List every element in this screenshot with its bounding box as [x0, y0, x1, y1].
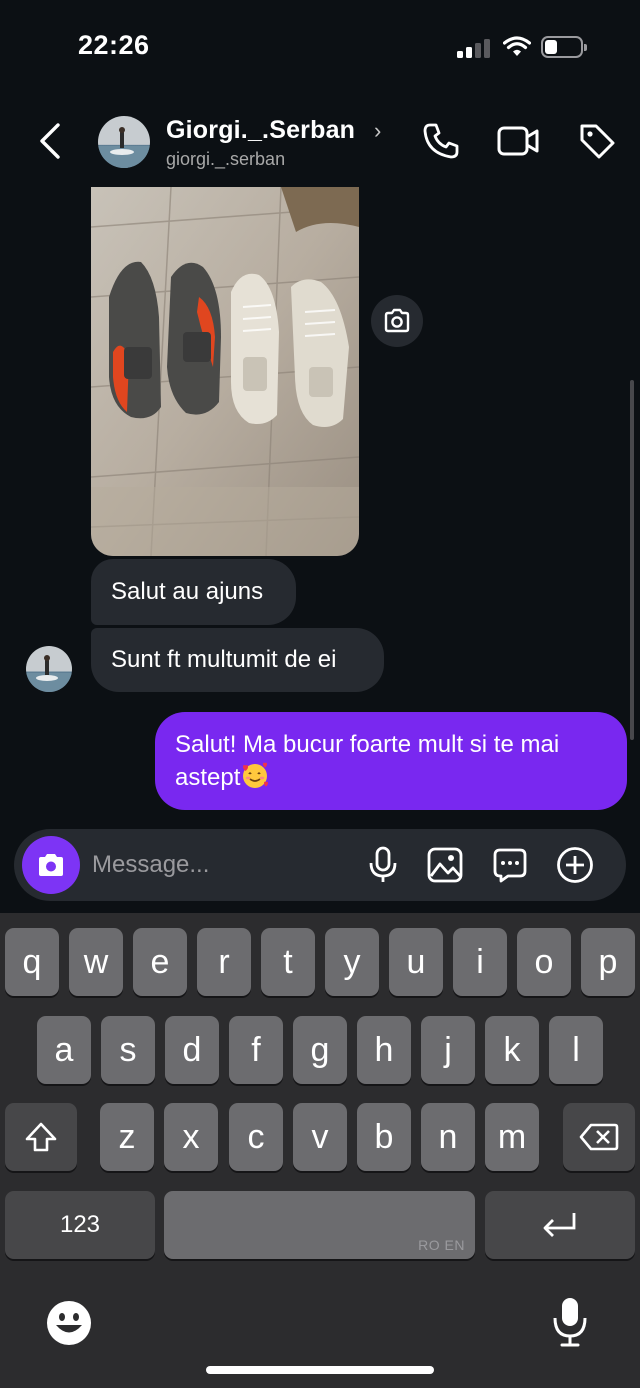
emoji-icon — [47, 1301, 91, 1345]
key[interactable]: m — [485, 1103, 539, 1171]
key[interactable]: q — [5, 928, 59, 996]
key[interactable]: z — [100, 1103, 154, 1171]
key[interactable]: g — [293, 1016, 347, 1084]
key[interactable]: d — [165, 1016, 219, 1084]
return-key[interactable] — [485, 1191, 635, 1259]
avatar-photo — [98, 127, 150, 168]
voice-call-button[interactable] — [418, 118, 464, 164]
microphone-icon — [553, 1298, 587, 1347]
key[interactable]: e — [133, 928, 187, 996]
shift-key[interactable] — [5, 1103, 77, 1171]
tag-button[interactable] — [574, 118, 620, 164]
key[interactable]: k — [485, 1016, 539, 1084]
key[interactable]: w — [69, 928, 123, 996]
cellular-signal-icon — [457, 38, 493, 58]
message-text: Salut au ajuns — [111, 578, 264, 605]
key[interactable]: h — [357, 1016, 411, 1084]
key[interactable]: b — [357, 1103, 411, 1171]
key[interactable]: a — [37, 1016, 91, 1084]
key[interactable]: o — [517, 928, 571, 996]
key[interactable]: u — [389, 928, 443, 996]
back-arrow-icon — [40, 123, 60, 159]
keyboard-languages: RO EN — [418, 1237, 465, 1253]
key[interactable]: f — [229, 1016, 283, 1084]
sticker-button[interactable] — [490, 845, 530, 885]
message-input[interactable]: Message... — [92, 851, 209, 879]
sender-avatar[interactable] — [26, 646, 72, 692]
contact-display-name[interactable]: Giorgi._.Serban — [166, 116, 355, 145]
battery-icon — [541, 36, 587, 58]
home-indicator[interactable] — [206, 1366, 434, 1374]
backspace-icon — [579, 1123, 619, 1151]
keyboard: q w e r t y u i o p a s d f g h j k l z … — [0, 913, 640, 1388]
view-photo-button[interactable] — [371, 295, 423, 347]
return-icon — [543, 1213, 576, 1237]
avatar-photo — [26, 655, 72, 692]
clock: 22:26 — [78, 30, 150, 60]
video-camera-icon — [497, 126, 539, 156]
message-text: Salut! Ma bucur foarte mult si te mai as… — [175, 731, 560, 791]
key[interactable]: s — [101, 1016, 155, 1084]
camera-icon — [39, 854, 63, 876]
key[interactable]: p — [581, 928, 635, 996]
smiling-face-with-hearts-icon — [243, 762, 269, 788]
key[interactable]: r — [197, 928, 251, 996]
gallery-button[interactable] — [425, 845, 465, 885]
message-composer: Message... — [14, 829, 626, 901]
key[interactable]: t — [261, 928, 315, 996]
key[interactable]: x — [164, 1103, 218, 1171]
microphone-icon — [369, 846, 397, 882]
key[interactable]: i — [453, 928, 507, 996]
dictation-button[interactable] — [550, 1296, 590, 1348]
camera-button[interactable] — [22, 836, 80, 894]
wifi-icon — [503, 36, 531, 56]
space-key[interactable]: RO EN — [164, 1191, 475, 1259]
chat-header: Giorgi._.Serban › giorgi._.serban — [0, 96, 640, 186]
video-call-button[interactable] — [494, 118, 544, 164]
key[interactable]: l — [549, 1016, 603, 1084]
tag-icon — [580, 124, 615, 159]
status-bar: 22:26 — [0, 0, 640, 96]
incoming-message[interactable]: Salut au ajuns — [91, 559, 296, 625]
chevron-right-icon[interactable]: › — [374, 118, 381, 144]
sticker-icon — [493, 848, 527, 883]
phone-icon — [423, 123, 459, 159]
emoji-keyboard-button[interactable] — [46, 1300, 92, 1346]
message-text: Sunt ft multumit de ei — [111, 646, 337, 673]
contact-avatar[interactable] — [98, 116, 150, 168]
key[interactable]: v — [293, 1103, 347, 1171]
incoming-message[interactable]: Sunt ft multumit de ei — [91, 628, 384, 692]
voice-message-button[interactable] — [363, 845, 403, 885]
more-options-button[interactable] — [555, 845, 595, 885]
shared-photo-message[interactable] — [91, 187, 359, 556]
sneakers-photo — [91, 187, 359, 556]
key[interactable]: c — [229, 1103, 283, 1171]
contact-username[interactable]: giorgi._.serban — [166, 149, 285, 170]
plus-icon — [557, 847, 593, 883]
shift-icon — [25, 1122, 57, 1152]
key[interactable]: y — [325, 928, 379, 996]
back-button[interactable] — [28, 118, 74, 164]
key[interactable]: n — [421, 1103, 475, 1171]
camera-icon — [384, 308, 410, 333]
delete-key[interactable] — [563, 1103, 635, 1171]
key[interactable]: j — [421, 1016, 475, 1084]
outgoing-message[interactable]: Salut! Ma bucur foarte mult si te mai as… — [155, 712, 627, 810]
gallery-icon — [427, 847, 463, 883]
scrollbar[interactable] — [630, 380, 634, 740]
numbers-key[interactable]: 123 — [5, 1191, 155, 1259]
